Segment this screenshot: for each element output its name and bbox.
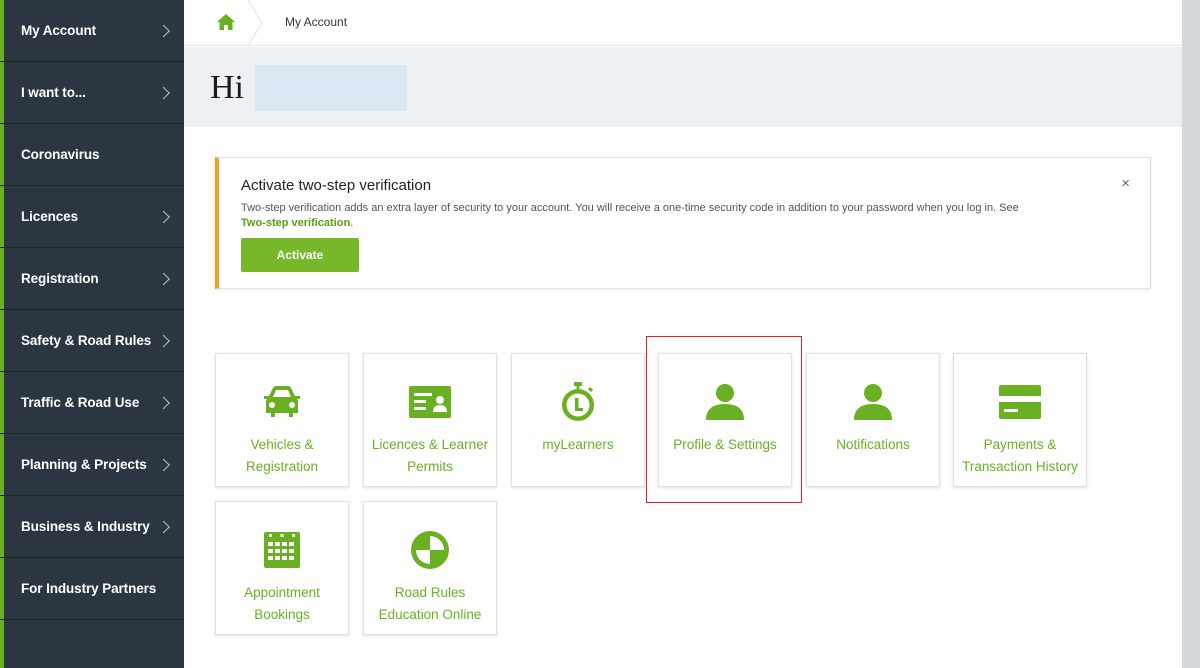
breadcrumb-current: My Account [285,15,348,29]
tile-label-line2: Registration [245,459,319,474]
sidebar-item-licences[interactable]: Licences [0,186,184,248]
sidebar-item-industry-partners[interactable]: For Industry Partners [0,558,184,620]
sidebar-item-coronavirus[interactable]: Coronavirus [0,124,184,186]
user-name-redacted [255,65,407,111]
tile-label-line2: Education Online [378,607,482,622]
sidebar-item-label: Safety & Road Rules [21,333,152,348]
tile-label-line1: Payments & [983,437,1057,452]
person-icon [706,384,744,420]
checkered-circle-icon [411,531,449,569]
chevron-right-icon [157,24,170,37]
scrollbar-track[interactable] [1182,0,1200,668]
calendar-icon [264,532,300,568]
tile-label-line1: Profile & Settings [673,437,777,452]
close-icon[interactable]: × [1121,176,1130,191]
activate-button[interactable]: Activate [241,238,359,272]
chevron-right-icon [157,272,170,285]
chevron-right-icon [157,520,170,533]
tile-road-rules-education[interactable]: Road Rules Education Online [363,501,497,635]
tile-appointment-bookings[interactable]: Appointment Bookings [215,501,349,635]
breadcrumb: My Account [184,0,1182,46]
two-step-alert: Activate two-step verification Two-step … [215,157,1151,289]
tile-label-line1: Vehicles & [250,437,314,452]
sidebar-item-i-want-to[interactable]: I want to... [0,62,184,124]
sidebar-item-label: Registration [21,271,99,286]
tile-label: Licences & Learner Permits [368,434,492,478]
tile-label: Profile & Settings [663,434,787,456]
sidebar-item-label: Planning & Projects [21,457,147,472]
sidebar: My Account I want to... Coronavirus Lice… [0,0,184,668]
tile-payments-transaction-history[interactable]: Payments & Transaction History [953,353,1087,487]
alert-message-text: Two-step verification adds an extra laye… [241,202,1019,214]
breadcrumb-separator [248,0,263,46]
sidebar-item-label: Coronavirus [21,147,100,162]
tile-mylearners[interactable]: myLearners [511,353,645,487]
sidebar-item-traffic-road-use[interactable]: Traffic & Road Use [0,372,184,434]
greeting-text: Hi [210,69,244,106]
sidebar-item-label: Business & Industry [21,519,150,534]
sidebar-item-label: Traffic & Road Use [21,395,140,410]
sidebar-item-business-industry[interactable]: Business & Industry [0,496,184,558]
sidebar-item-registration[interactable]: Registration [0,248,184,310]
tile-label-line2: Transaction History [962,459,1078,474]
tile-profile-settings[interactable]: Profile & Settings [658,353,792,487]
alert-title: Activate two-step verification [241,177,432,194]
tile-label: Appointment Bookings [220,582,344,626]
tile-label-line1: Road Rules [394,585,466,600]
sidebar-item-label: My Account [21,23,97,38]
chevron-right-icon [157,86,170,99]
tile-label-line1: Notifications [836,437,910,452]
tile-label-line1: Licences & Learner [371,437,489,452]
tile-label-line1: myLearners [542,437,614,452]
car-icon [264,386,300,417]
two-step-link[interactable]: Two-step verification [241,217,350,229]
stopwatch-icon [562,382,594,421]
tile-label: Payments & Transaction History [958,434,1082,478]
sidebar-item-label: Licences [21,209,78,224]
tile-vehicles-registration[interactable]: Vehicles & Registration [215,353,349,487]
tile-label-line2: Permits [407,459,453,474]
home-icon [217,14,235,30]
chevron-right-icon [157,210,170,223]
sidebar-item-planning-projects[interactable]: Planning & Projects [0,434,184,496]
alert-message-suffix: . [350,217,354,229]
id-card-icon [409,386,451,418]
chevron-right-icon [157,334,170,347]
sidebar-item-my-account[interactable]: My Account [0,0,184,62]
tile-label-line1: Appointment [244,585,320,600]
home-button[interactable] [184,0,256,46]
tile-label-line2: Bookings [254,607,310,622]
chevron-right-icon [157,458,170,471]
tile-label: Vehicles & Registration [220,434,344,478]
tile-label: Road Rules Education Online [368,582,492,626]
person-icon [854,384,892,420]
credit-card-icon [999,385,1041,419]
tile-label: Notifications [811,434,935,456]
sidebar-item-label: For Industry Partners [21,581,157,596]
tile-notifications[interactable]: Notifications [806,353,940,487]
sidebar-item-label: I want to... [21,85,86,100]
chevron-right-icon [157,396,170,409]
tile-label: myLearners [516,434,640,456]
alert-message: Two-step verification adds an extra laye… [241,201,1091,231]
tile-licences-learner-permits[interactable]: Licences & Learner Permits [363,353,497,487]
greeting-banner: Hi [184,47,1182,127]
sidebar-item-safety-road-rules[interactable]: Safety & Road Rules [0,310,184,372]
